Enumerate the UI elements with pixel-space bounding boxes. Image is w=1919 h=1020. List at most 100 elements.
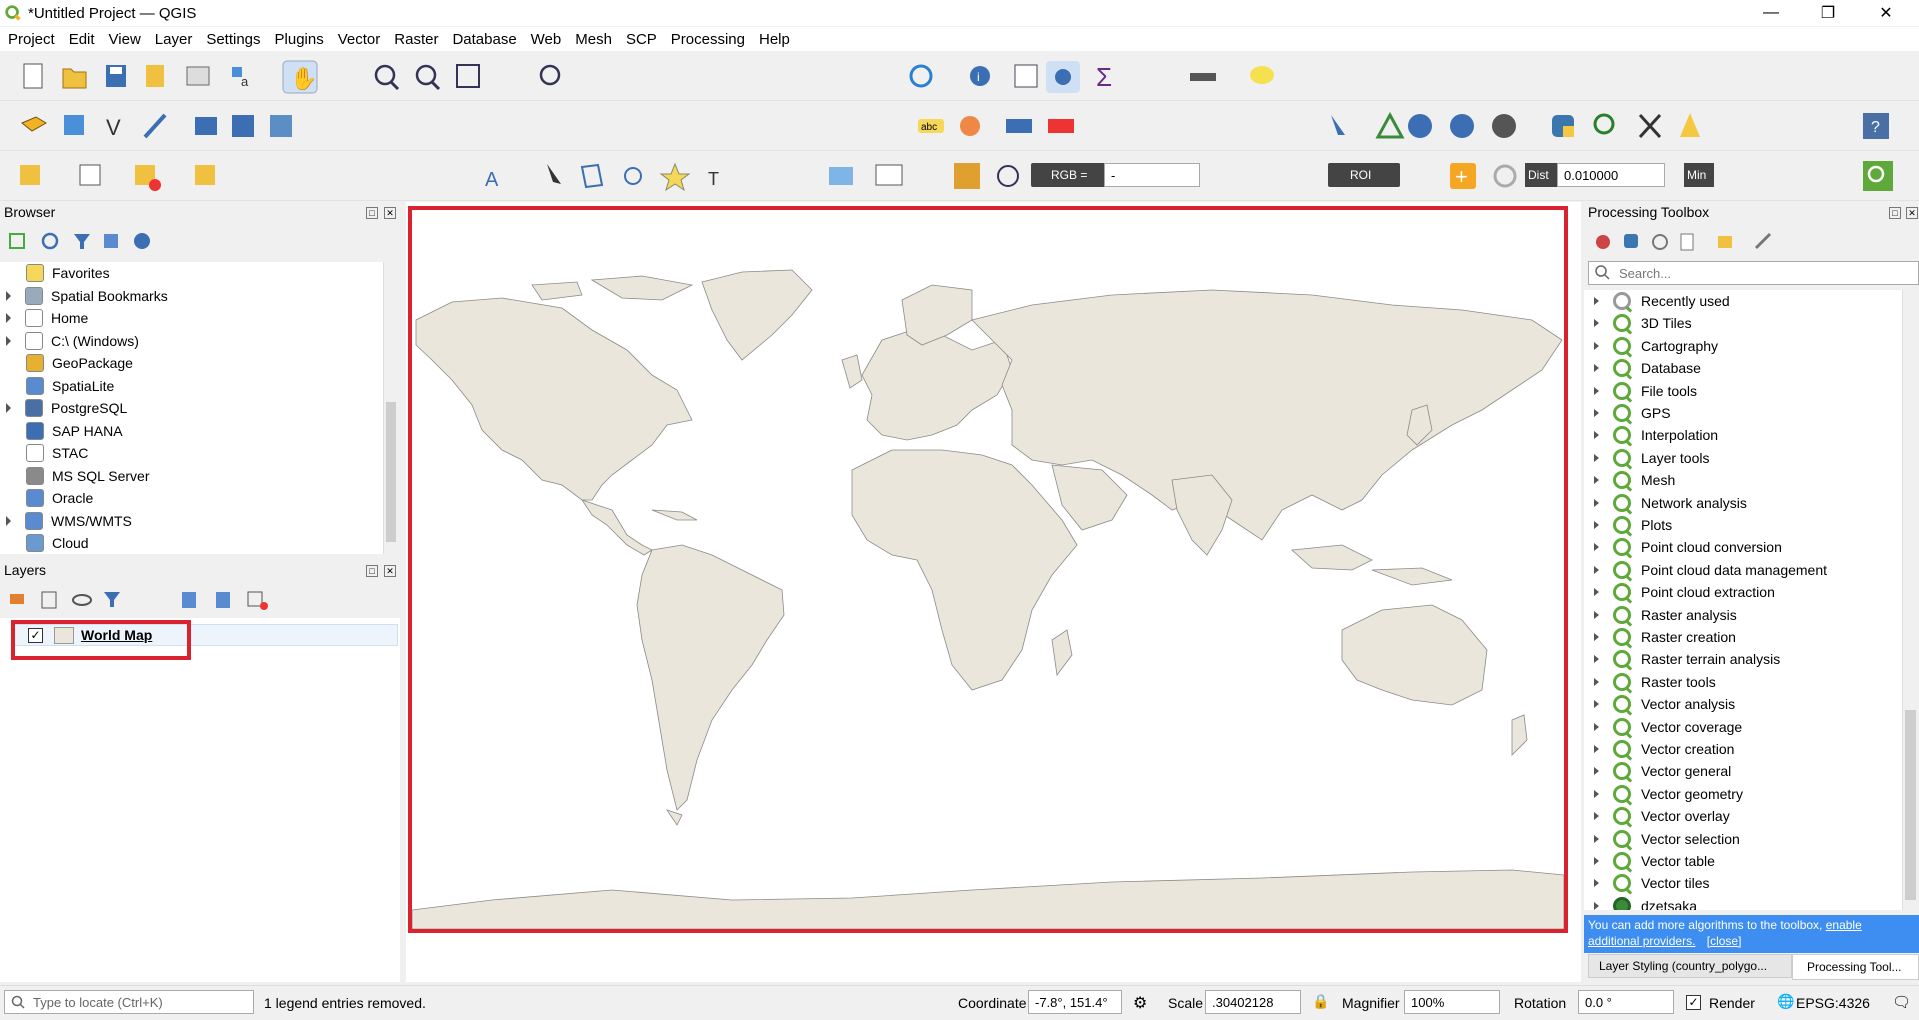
toolbox-group[interactable]: Vector general bbox=[1584, 760, 1731, 782]
expand-arrow-icon[interactable] bbox=[1594, 633, 1599, 641]
expand-arrow-icon[interactable] bbox=[6, 290, 11, 301]
browser-scrollbar[interactable] bbox=[383, 262, 397, 554]
expand-arrow-icon[interactable] bbox=[1594, 700, 1599, 709]
toolbox-group[interactable]: 3D Tiles bbox=[1584, 312, 1692, 334]
expand-arrow-icon[interactable] bbox=[1594, 498, 1599, 507]
toolbox-group[interactable]: GPS bbox=[1584, 402, 1671, 424]
toolbox-search-input[interactable]: Search... bbox=[1588, 261, 1919, 285]
tab-layer-styling[interactable]: Layer Styling (country_polygo... bbox=[1588, 954, 1792, 978]
rgb-select[interactable]: - bbox=[1104, 163, 1200, 187]
browser-item[interactable]: Favorites bbox=[0, 262, 110, 284]
toolbox-group[interactable]: Vector overlay bbox=[1584, 805, 1730, 827]
expand-arrow-icon[interactable] bbox=[1594, 364, 1599, 373]
expand-arrow-icon[interactable] bbox=[1594, 879, 1599, 888]
browser-item[interactable]: Home bbox=[0, 307, 88, 329]
browser-item[interactable]: MS SQL Server bbox=[0, 465, 150, 487]
toolbox-group[interactable]: Vector analysis bbox=[1584, 693, 1735, 715]
toolbox-group[interactable]: Recently used bbox=[1584, 290, 1730, 312]
locator-input[interactable]: Type to locate (Ctrl+K) bbox=[4, 990, 254, 1014]
browser-item[interactable]: GeoPackage bbox=[0, 352, 133, 374]
toolbox-group[interactable]: File tools bbox=[1584, 380, 1697, 402]
browser-item[interactable]: C:\ (Windows) bbox=[0, 330, 139, 352]
toggle-extents-icon[interactable]: ⚙ bbox=[1133, 993, 1147, 1013]
restore-button[interactable]: ❐ bbox=[1800, 0, 1856, 26]
browser-item[interactable]: SAP HANA bbox=[0, 420, 123, 442]
expand-arrow-icon[interactable] bbox=[1594, 297, 1599, 305]
scale-field[interactable]: .30402128 bbox=[1205, 990, 1301, 1014]
expand-arrow-icon[interactable] bbox=[1594, 655, 1599, 664]
expand-arrow-icon[interactable] bbox=[1594, 588, 1599, 597]
menu-layer[interactable]: Layer bbox=[149, 31, 199, 48]
expand-arrow-icon[interactable] bbox=[1594, 453, 1599, 462]
toolbox-group[interactable]: Raster tools bbox=[1584, 671, 1716, 693]
tab-processing-toolbox[interactable]: Processing Tool... bbox=[1792, 954, 1919, 980]
float-toolbox-button[interactable]: □ bbox=[1889, 207, 1901, 219]
expand-arrow-icon[interactable] bbox=[1594, 789, 1599, 798]
menu-settings[interactable]: Settings bbox=[200, 31, 266, 48]
expand-arrow-icon[interactable] bbox=[6, 515, 11, 526]
expand-arrow-icon[interactable] bbox=[1594, 857, 1599, 865]
browser-item[interactable]: STAC bbox=[0, 442, 88, 464]
menu-web[interactable]: Web bbox=[525, 31, 568, 48]
expand-arrow-icon[interactable] bbox=[1594, 341, 1599, 350]
expand-arrow-icon[interactable] bbox=[1594, 722, 1599, 731]
expand-arrow-icon[interactable] bbox=[1594, 745, 1599, 753]
expand-arrow-icon[interactable] bbox=[1594, 319, 1599, 328]
expand-arrow-icon[interactable] bbox=[6, 403, 11, 413]
toolbox-group[interactable]: Point cloud extraction bbox=[1584, 581, 1775, 603]
toolbox-group[interactable]: Vector tiles bbox=[1584, 872, 1709, 894]
browser-item[interactable]: Cloud bbox=[0, 532, 89, 554]
expand-arrow-icon[interactable] bbox=[1594, 767, 1599, 776]
menu-vector[interactable]: Vector bbox=[332, 31, 387, 48]
toolbox-group[interactable]: Network analysis bbox=[1584, 492, 1747, 514]
browser-item[interactable]: WMS/WMTS bbox=[0, 510, 132, 532]
toolbox-group[interactable]: Vector selection bbox=[1584, 828, 1740, 850]
close-window-button[interactable]: ✕ bbox=[1858, 0, 1914, 26]
messages-icon[interactable]: 🗨 bbox=[1892, 993, 1911, 1011]
toolbox-group[interactable]: Plots bbox=[1584, 514, 1672, 536]
close-toolbox-button[interactable]: ✕ bbox=[1906, 207, 1918, 219]
toolbox-group[interactable]: Vector coverage bbox=[1584, 716, 1742, 738]
menu-mesh[interactable]: Mesh bbox=[569, 31, 618, 48]
render-checkbox[interactable]: ✓ bbox=[1686, 995, 1701, 1010]
close-banner-link[interactable]: [close] bbox=[1707, 934, 1742, 948]
browser-item[interactable]: SpatiaLite bbox=[0, 375, 114, 397]
expand-arrow-icon[interactable] bbox=[1594, 901, 1599, 910]
toolbox-group[interactable]: Mesh bbox=[1584, 469, 1675, 491]
browser-item[interactable]: Oracle bbox=[0, 487, 93, 509]
close-browser-button[interactable]: ✕ bbox=[384, 207, 396, 219]
expand-arrow-icon[interactable] bbox=[6, 313, 11, 323]
browser-item[interactable]: Spatial Bookmarks bbox=[0, 285, 168, 307]
enable-link[interactable]: enable bbox=[1826, 918, 1862, 932]
toolbox-group[interactable]: Interpolation bbox=[1584, 424, 1718, 446]
toolbox-group[interactable]: Cartography bbox=[1584, 335, 1718, 357]
minimize-button[interactable]: — bbox=[1743, 0, 1799, 26]
toolbox-group[interactable]: Database bbox=[1584, 357, 1701, 379]
float-layers-button[interactable]: □ bbox=[366, 565, 378, 577]
coordinate-field[interactable]: -7.8°, 151.4° bbox=[1028, 990, 1122, 1014]
menu-scp[interactable]: SCP bbox=[620, 31, 663, 48]
dist-input[interactable]: 0.010000 bbox=[1557, 163, 1665, 187]
toolbox-group[interactable]: dzetsaka bbox=[1584, 895, 1697, 910]
toolbox-group[interactable]: Raster analysis bbox=[1584, 604, 1737, 626]
expand-arrow-icon[interactable] bbox=[1594, 610, 1599, 619]
expand-arrow-icon[interactable] bbox=[1594, 409, 1599, 417]
toolbox-group[interactable]: Raster terrain analysis bbox=[1584, 648, 1780, 670]
map-canvas[interactable] bbox=[406, 202, 1581, 982]
expand-arrow-icon[interactable] bbox=[1594, 521, 1599, 529]
expand-arrow-icon[interactable] bbox=[1594, 543, 1599, 552]
toolbox-group[interactable]: Layer tools bbox=[1584, 447, 1709, 469]
menu-raster[interactable]: Raster bbox=[388, 31, 444, 48]
expand-arrow-icon[interactable] bbox=[1594, 386, 1599, 395]
providers-link[interactable]: additional providers. bbox=[1588, 934, 1695, 948]
magnifier-field[interactable]: 100% bbox=[1404, 990, 1500, 1014]
toolbox-scrollbar[interactable] bbox=[1902, 290, 1917, 910]
toolbox-group[interactable]: Vector geometry bbox=[1584, 783, 1743, 805]
float-browser-button[interactable]: □ bbox=[366, 207, 378, 219]
toolbox-group[interactable]: Point cloud data management bbox=[1584, 559, 1827, 581]
crs-button[interactable]: EPSG:4326 bbox=[1796, 995, 1870, 1011]
rotation-field[interactable]: 0.0 ° bbox=[1578, 990, 1674, 1014]
menu-processing[interactable]: Processing bbox=[665, 31, 751, 48]
expand-arrow-icon[interactable] bbox=[6, 335, 11, 346]
menu-database[interactable]: Database bbox=[446, 31, 522, 48]
